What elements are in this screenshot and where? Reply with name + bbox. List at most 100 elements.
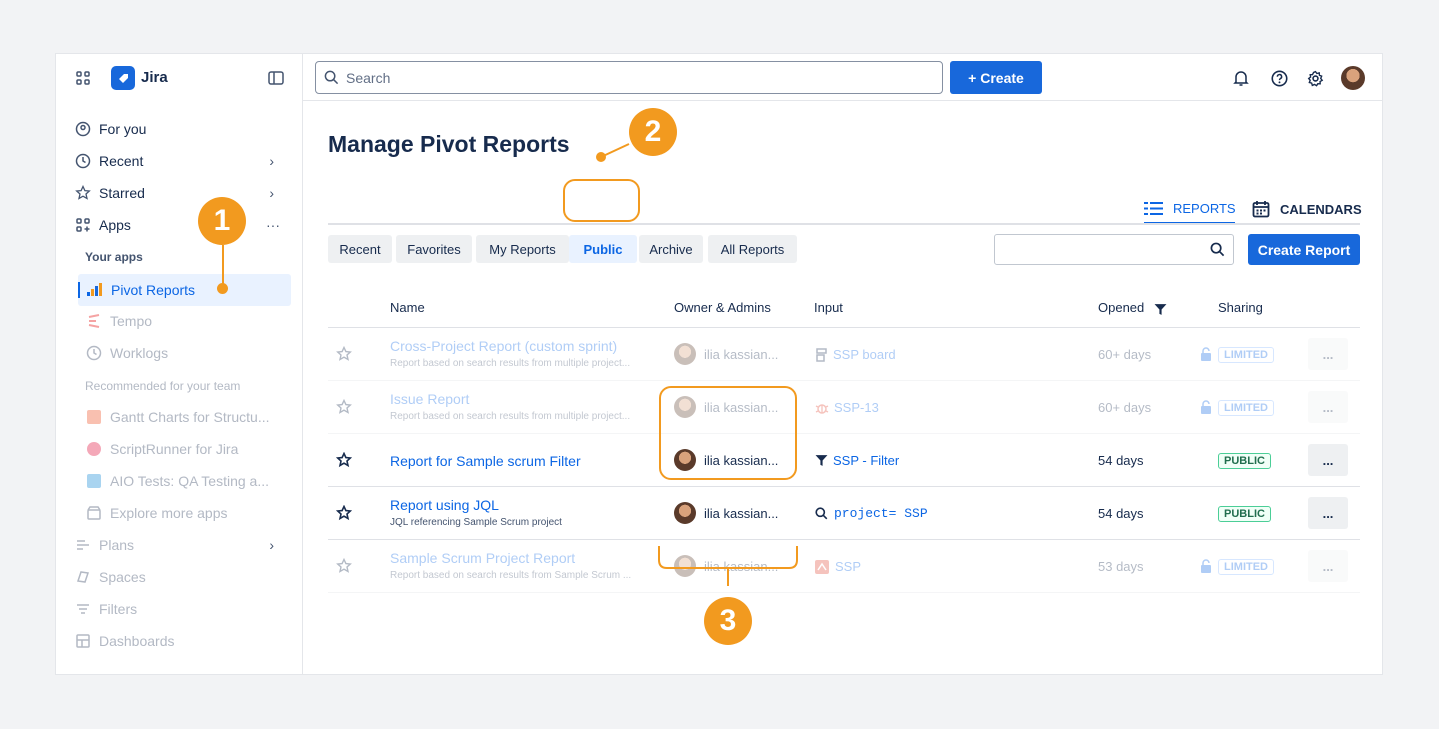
opened-value: 60+ days xyxy=(1098,347,1152,362)
view-tab-reports[interactable]: REPORTS xyxy=(1144,194,1236,224)
report-search-input[interactable] xyxy=(994,234,1234,265)
input-label: SSP - Filter xyxy=(833,453,900,468)
input-link[interactable]: SSP - Filter xyxy=(815,453,899,468)
help-icon[interactable] xyxy=(1269,68,1289,88)
input-link[interactable]: SSP xyxy=(815,559,861,574)
input-link[interactable]: SSP board xyxy=(815,347,896,362)
list-icon xyxy=(1144,201,1163,215)
star-icon xyxy=(74,184,92,202)
opened-value: 53 days xyxy=(1098,559,1144,574)
input-link[interactable]: SSP-13 xyxy=(815,400,879,415)
create-report-button[interactable]: Create Report xyxy=(1248,234,1360,265)
sidebar-item-label: For you xyxy=(99,121,147,137)
sidebar-item-label: Filters xyxy=(99,601,138,617)
sidebar-item-label: Recent xyxy=(99,153,144,169)
dashboard-icon xyxy=(74,632,92,650)
calendar-icon xyxy=(1252,200,1270,218)
star-icon[interactable] xyxy=(336,399,352,415)
sidebar-item-scriptrunner[interactable]: ScriptRunner for Jira xyxy=(85,437,238,461)
filter-icon[interactable] xyxy=(1154,303,1167,316)
app-name[interactable]: Jira xyxy=(141,69,168,86)
user-avatar[interactable] xyxy=(1341,66,1365,90)
tab-my-reports[interactable]: My Reports xyxy=(476,235,569,263)
settings-gear-icon[interactable] xyxy=(1305,68,1325,88)
search-input[interactable]: Search xyxy=(315,61,943,94)
more-actions-button[interactable]: ... xyxy=(1308,497,1348,529)
star-icon[interactable] xyxy=(336,346,352,362)
lock-icon xyxy=(1200,347,1212,361)
column-header-sharing[interactable]: Sharing xyxy=(1218,300,1263,315)
input-link[interactable]: project= SSP xyxy=(815,506,928,521)
search-icon[interactable] xyxy=(1210,242,1225,257)
sidebar-item-label: Worklogs xyxy=(110,345,169,361)
report-name-link[interactable]: Sample Scrum Project Report xyxy=(390,550,575,566)
column-header-input[interactable]: Input xyxy=(814,300,843,315)
sidebar-item-starred[interactable]: Starred › xyxy=(74,181,284,205)
sidebar-item-label: Starred xyxy=(99,185,145,201)
sidebar-item-plans[interactable]: Plans › xyxy=(74,533,284,557)
column-header-name[interactable]: Name xyxy=(390,300,425,315)
callout-dot xyxy=(217,283,228,294)
star-icon[interactable] xyxy=(336,558,352,574)
bell-icon[interactable] xyxy=(1231,68,1251,88)
sidebar-item-spaces[interactable]: Spaces xyxy=(74,565,146,589)
tab-public[interactable]: Public xyxy=(569,235,637,263)
sidebar-item-tempo[interactable]: Tempo xyxy=(85,309,152,333)
tab-favorites[interactable]: Favorites xyxy=(396,235,472,263)
highlight-owner-cells xyxy=(659,386,797,480)
sidebar-item-for-you[interactable]: For you xyxy=(74,117,146,141)
sidebar-item-label: Tempo xyxy=(110,313,153,329)
sidebar-item-pivot-reports[interactable]: Pivot Reports xyxy=(78,274,291,306)
board-icon xyxy=(815,347,828,362)
sidebar-item-worklogs[interactable]: Worklogs xyxy=(85,341,168,365)
more-options-icon[interactable]: ··· xyxy=(266,217,280,233)
more-actions-button[interactable]: ... xyxy=(1308,338,1348,370)
sidebar-item-filters[interactable]: Filters xyxy=(74,597,137,621)
lock-icon xyxy=(1200,400,1212,414)
report-name-link[interactable]: Report using JQL xyxy=(390,497,499,513)
more-actions-button[interactable]: ... xyxy=(1308,391,1348,423)
sidebar-item-label: Pivot Reports xyxy=(111,282,196,298)
tab-archive[interactable]: Archive xyxy=(639,235,703,263)
table-row[interactable]: Issue Report Report based on search resu… xyxy=(328,381,1360,434)
view-tab-label: REPORTS xyxy=(1173,200,1236,216)
star-icon[interactable] xyxy=(336,452,352,468)
input-label: SSP xyxy=(835,559,862,574)
report-name-link[interactable]: Cross-Project Report (custom sprint) xyxy=(390,338,617,354)
table-row[interactable]: Sample Scrum Project Report Report based… xyxy=(328,540,1360,593)
owner-avatar xyxy=(674,343,696,365)
table-row[interactable]: Report for Sample scrum Filter ilia kass… xyxy=(328,434,1360,487)
collapse-sidebar-icon[interactable] xyxy=(267,69,285,87)
view-tab-calendars[interactable]: CALENDARS xyxy=(1252,194,1362,224)
more-actions-button[interactable]: ... xyxy=(1308,444,1348,476)
more-actions-button[interactable]: ... xyxy=(1308,550,1348,582)
tab-all-reports[interactable]: All Reports xyxy=(708,235,797,263)
owner-name: ilia kassian... xyxy=(704,346,779,362)
sidebar-item-apps[interactable]: Apps ··· xyxy=(74,213,284,237)
report-name-link[interactable]: Issue Report xyxy=(390,391,469,407)
sidebar-item-explore-apps[interactable]: Explore more apps xyxy=(85,501,228,525)
report-description: Report based on search results from Samp… xyxy=(390,570,632,581)
pivot-reports-icon xyxy=(86,282,104,298)
sidebar-item-recent[interactable]: Recent › xyxy=(74,149,284,173)
sidebar-item-label: Explore more apps xyxy=(110,505,228,521)
sidebar-item-label: Apps xyxy=(99,217,131,233)
report-name-link[interactable]: Report for Sample scrum Filter xyxy=(390,453,581,469)
sidebar-item-gantt[interactable]: Gantt Charts for Structu... xyxy=(85,405,270,429)
table-row[interactable]: Report using JQL JQL referencing Sample … xyxy=(328,487,1360,540)
sidebar: Jira For you Recent › Starred › Apps ···… xyxy=(56,54,303,674)
create-button[interactable]: + Create xyxy=(950,61,1042,94)
tab-recent[interactable]: Recent xyxy=(328,235,392,263)
column-header-owner[interactable]: Owner & Admins xyxy=(674,300,771,315)
star-icon[interactable] xyxy=(336,505,352,521)
table-row[interactable]: Cross-Project Report (custom sprint) Rep… xyxy=(328,328,1360,381)
sidebar-item-dashboards[interactable]: Dashboards xyxy=(74,629,175,653)
project-icon xyxy=(815,559,829,574)
aio-tests-icon xyxy=(85,472,103,490)
apps-icon xyxy=(74,216,92,234)
callout-connector xyxy=(596,143,630,162)
column-header-opened[interactable]: Opened xyxy=(1098,300,1144,315)
app-switcher-icon[interactable] xyxy=(74,69,92,87)
sidebar-item-aio-tests[interactable]: AIO Tests: QA Testing a... xyxy=(85,469,269,493)
bug-icon xyxy=(815,401,829,415)
